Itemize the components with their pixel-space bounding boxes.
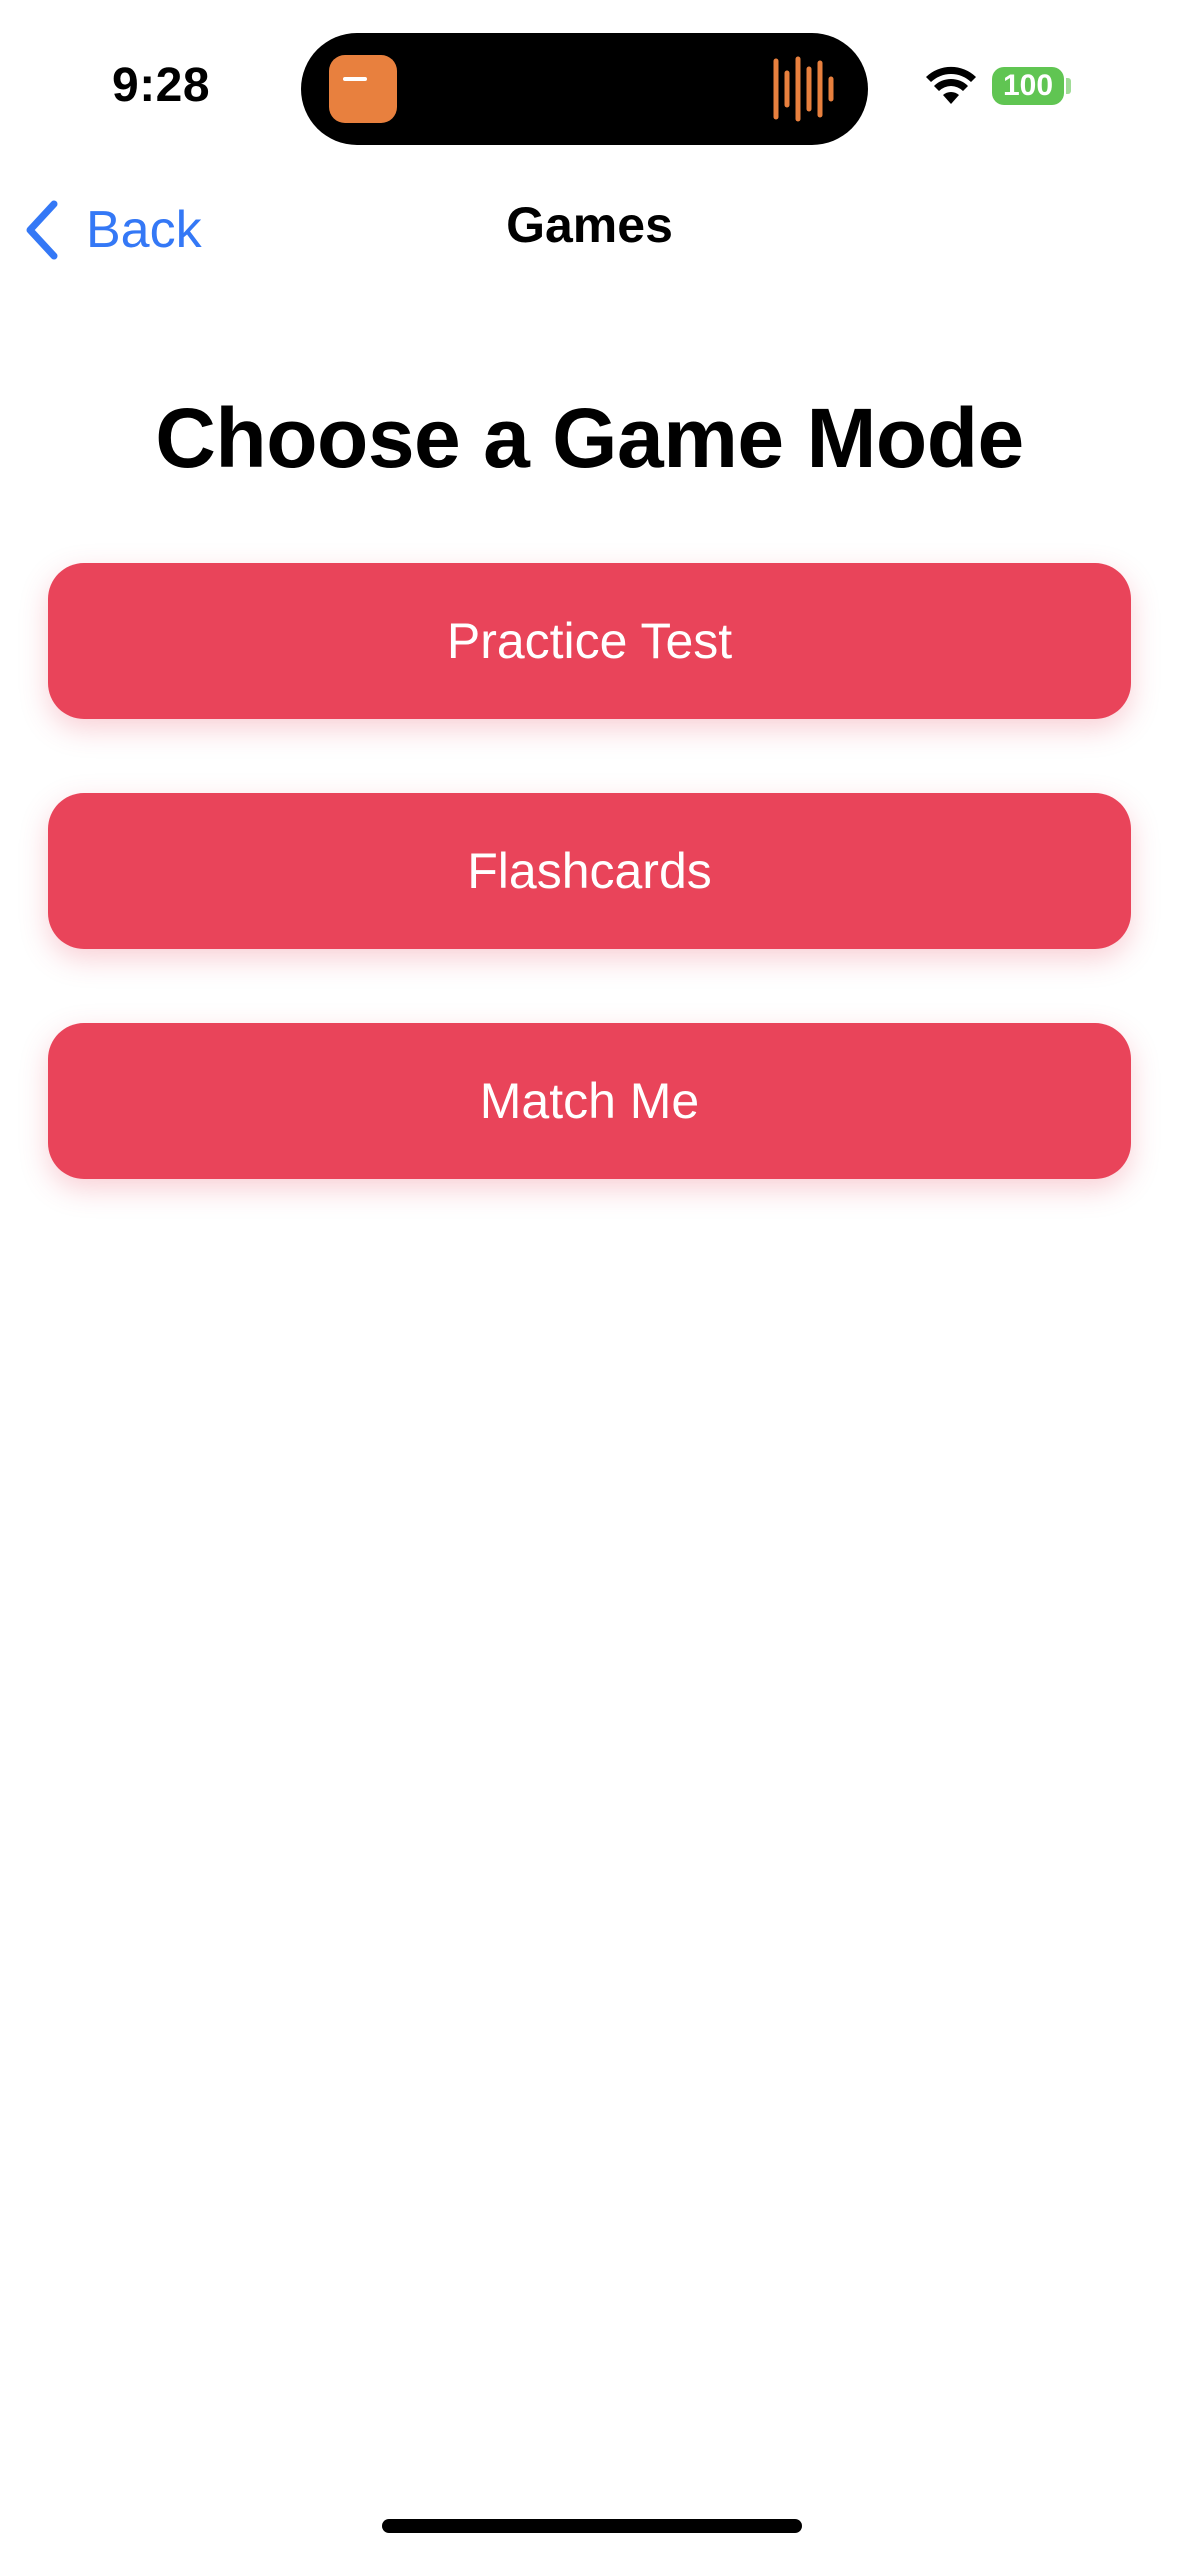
home-indicator[interactable] bbox=[382, 2519, 802, 2533]
status-time: 9:28 bbox=[112, 59, 211, 112]
battery-icon: 100 bbox=[992, 67, 1064, 105]
flashcards-button[interactable]: Flashcards bbox=[48, 793, 1131, 949]
match-me-label: Match Me bbox=[479, 1073, 700, 1129]
page-heading: Choose a Game Mode bbox=[155, 391, 1024, 485]
nav-title: Games bbox=[506, 197, 673, 253]
flashcards-label: Flashcards bbox=[467, 843, 712, 899]
practice-test-label: Practice Test bbox=[446, 613, 733, 669]
wifi-icon bbox=[926, 66, 976, 104]
audio-waveform-icon bbox=[773, 56, 834, 122]
dynamic-island[interactable] bbox=[301, 33, 868, 145]
match-me-button[interactable]: Match Me bbox=[48, 1023, 1131, 1179]
recording-app-icon bbox=[329, 55, 397, 123]
battery-tip bbox=[1066, 78, 1071, 94]
practice-test-button[interactable]: Practice Test bbox=[48, 563, 1131, 719]
